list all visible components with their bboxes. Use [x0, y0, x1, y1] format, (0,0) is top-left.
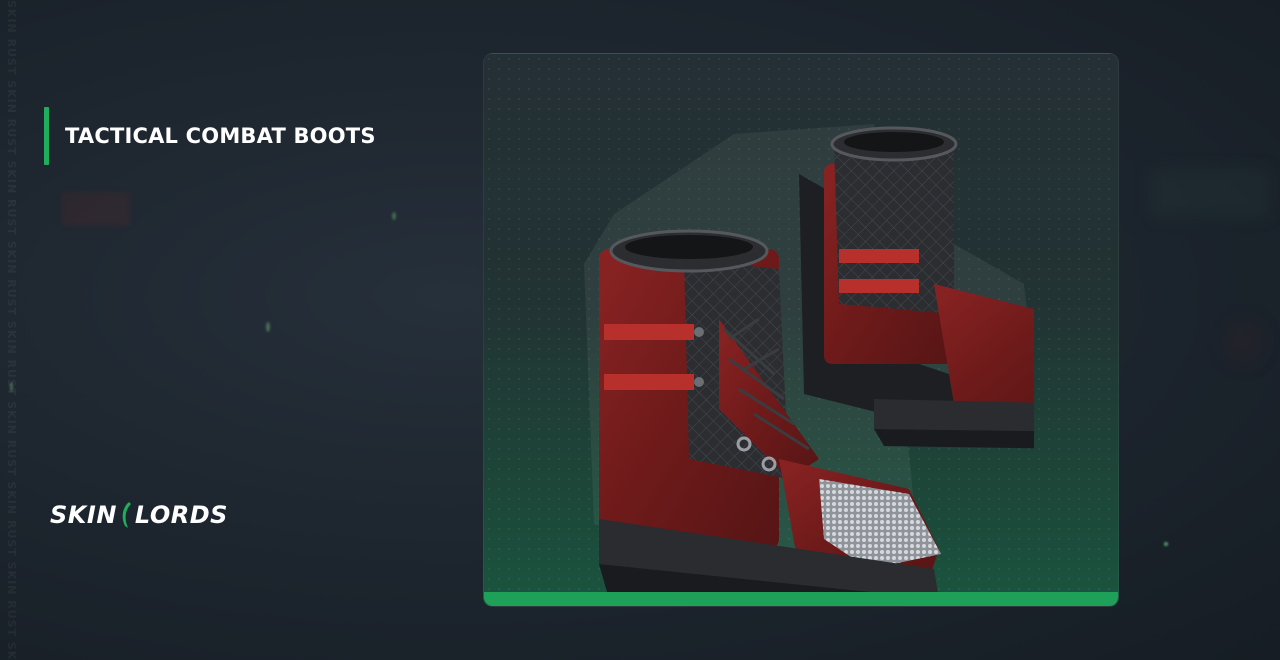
item-preview-card [483, 53, 1119, 607]
combat-boots-icon [584, 124, 1034, 604]
background-speck [1150, 168, 1270, 218]
card-accent-bar [484, 592, 1118, 606]
skinlords-logo[interactable]: SKIN LORDS [50, 500, 228, 530]
skinlords-hook-icon [118, 500, 134, 530]
background-speck [392, 212, 396, 220]
item-title: TACTICAL COMBAT BOOTS [65, 124, 376, 148]
background-speck [10, 382, 13, 392]
item-title-block: TACTICAL COMBAT BOOTS [44, 107, 376, 165]
side-watermark: SKIN RUST SKIN RUST SKIN RUST SKIN RUST … [5, 0, 18, 660]
logo-text-skin: SKIN [50, 501, 117, 529]
ghost-badge [62, 192, 130, 226]
background-speck [266, 322, 270, 332]
title-accent-bar [44, 107, 49, 165]
background-speck [1224, 320, 1264, 364]
background-speck [1164, 542, 1168, 546]
logo-text-lords: LORDS [134, 501, 228, 529]
